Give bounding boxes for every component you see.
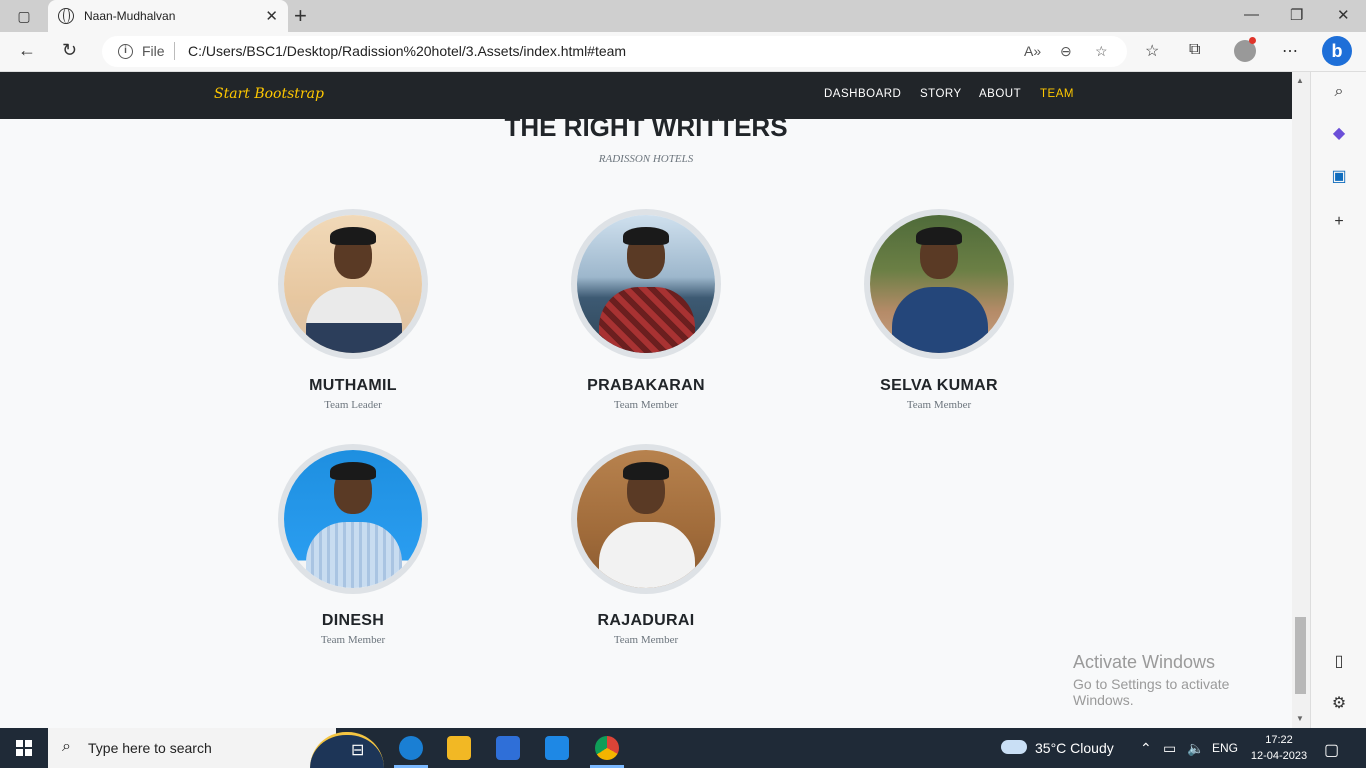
member-photo bbox=[278, 209, 428, 359]
read-aloud-icon[interactable]: A» bbox=[1024, 43, 1041, 59]
member-role: Team Member bbox=[906, 399, 972, 411]
member-name: RAJADURAI bbox=[597, 612, 695, 629]
browser-toolbar: ← ↻ i File C:/Users/BSC1/Desktop/Radissi… bbox=[0, 32, 1366, 72]
member-role: Team Leader bbox=[324, 399, 382, 411]
member-photo bbox=[571, 209, 721, 359]
member-photo bbox=[571, 444, 721, 594]
cloud-icon[interactable] bbox=[1001, 740, 1027, 754]
more-menu-icon[interactable]: ⋯ bbox=[1282, 41, 1298, 61]
url-separator bbox=[174, 42, 175, 60]
url-text[interactable]: C:/Users/BSC1/Desktop/Radission%20hotel/… bbox=[188, 43, 626, 59]
favorites-icon[interactable]: ☆ bbox=[1145, 41, 1159, 61]
bing-icon[interactable]: b bbox=[1322, 36, 1352, 66]
member-role: Team Member bbox=[613, 399, 679, 411]
restore-icon[interactable]: ❐ bbox=[1290, 6, 1303, 24]
search-icon[interactable]: ⌕ bbox=[1329, 82, 1349, 102]
taskbar-search-box[interactable]: ⌕ Type here to search bbox=[48, 728, 384, 768]
weather-text[interactable]: 35°C Cloudy bbox=[1035, 740, 1114, 756]
chrome-icon[interactable] bbox=[595, 736, 619, 760]
windows-taskbar: ⌕ Type here to search ⊟ 35°C Cloudy ⌃ ▭ … bbox=[0, 728, 1366, 768]
language-indicator[interactable]: ENG bbox=[1212, 741, 1238, 755]
url-scheme-label: File bbox=[142, 43, 165, 59]
mail-icon[interactable] bbox=[545, 736, 569, 760]
show-hidden-icons-icon[interactable]: ⌃ bbox=[1140, 740, 1152, 757]
nav-about[interactable]: ABOUT bbox=[979, 88, 1021, 100]
collections-icon[interactable]: ⧉ bbox=[1189, 41, 1200, 59]
window-close-icon[interactable]: ✕ bbox=[1337, 6, 1350, 24]
file-explorer-icon[interactable] bbox=[447, 736, 471, 760]
scroll-up-icon[interactable]: ▲ bbox=[1296, 76, 1304, 85]
system-clock[interactable]: 17:22 12-04-2023 bbox=[1249, 732, 1309, 764]
zoom-icon[interactable]: ⊖ bbox=[1060, 43, 1072, 60]
clock-date: 12-04-2023 bbox=[1250, 750, 1308, 762]
site-brand[interactable]: Start Bootstrap bbox=[214, 86, 324, 102]
add-sidebar-app-icon[interactable]: + bbox=[1329, 212, 1349, 232]
member-name: PRABAKARAN bbox=[587, 377, 705, 394]
member-photo bbox=[278, 444, 428, 594]
add-favorite-icon[interactable]: ☆ bbox=[1095, 43, 1108, 60]
profile-avatar[interactable] bbox=[1234, 37, 1256, 62]
taskbar-search-placeholder: Type here to search bbox=[88, 740, 212, 756]
notifications-icon[interactable]: ▢ bbox=[1324, 740, 1339, 760]
minimize-icon[interactable]: — bbox=[1244, 6, 1259, 23]
member-name: MUTHAMIL bbox=[309, 377, 397, 394]
task-view-icon[interactable]: ⊟ bbox=[351, 740, 364, 760]
team-member-card: MUTHAMIL Team Leader bbox=[253, 209, 453, 411]
nav-dashboard[interactable]: DASHBOARD bbox=[824, 88, 901, 100]
member-name: DINESH bbox=[321, 612, 385, 629]
member-name: SELVA KUMAR bbox=[880, 377, 998, 394]
scrollbar-thumb[interactable] bbox=[1295, 617, 1306, 694]
browser-tab[interactable]: Naan-Mudhalvan ✕ bbox=[48, 0, 288, 32]
edge-icon[interactable] bbox=[399, 736, 423, 760]
web-page: Start Bootstrap DASHBOARD STORY ABOUT TE… bbox=[0, 72, 1292, 728]
nav-team[interactable]: TEAM bbox=[1040, 88, 1074, 100]
back-icon[interactable]: ← bbox=[18, 40, 36, 61]
address-bar[interactable]: i File C:/Users/BSC1/Desktop/Radission%2… bbox=[102, 36, 1127, 67]
globe-icon bbox=[58, 8, 74, 24]
refresh-icon[interactable]: ↻ bbox=[62, 40, 77, 61]
volume-icon[interactable]: 🔈 bbox=[1187, 740, 1204, 757]
browser-tab-strip: ▢ Naan-Mudhalvan ✕ + — ❐ ✕ bbox=[0, 0, 1366, 32]
section-subheading: RADISSON HOTELS bbox=[598, 153, 694, 165]
network-icon[interactable]: ▭ bbox=[1163, 740, 1176, 757]
activation-watermark-subtitle: Go to Settings to activate Windows. bbox=[1073, 676, 1230, 708]
info-icon[interactable]: i bbox=[118, 44, 133, 59]
microsoft-store-icon[interactable] bbox=[496, 736, 520, 760]
member-role: Team Member bbox=[320, 634, 386, 646]
team-member-card: SELVA KUMAR Team Member bbox=[839, 209, 1039, 411]
nav-story[interactable]: STORY bbox=[920, 88, 962, 100]
activation-watermark-title: Activate Windows bbox=[1073, 652, 1216, 672]
tab-title: Naan-Mudhalvan bbox=[84, 9, 176, 23]
search-icon: ⌕ bbox=[62, 738, 71, 755]
browser-sidebar: ⌕ ◆ ▣ + ▯ ⚙ bbox=[1310, 72, 1366, 728]
team-member-card: DINESH Team Member bbox=[253, 444, 453, 646]
member-photo bbox=[864, 209, 1014, 359]
windows-start-icon[interactable] bbox=[16, 740, 32, 756]
team-member-card: RAJADURAI Team Member bbox=[546, 444, 746, 646]
member-role: Team Member bbox=[613, 634, 679, 646]
search-highlight-image bbox=[310, 732, 384, 768]
clock-time: 17:22 bbox=[1265, 734, 1293, 746]
page-scrollbar[interactable]: ▲ ▼ bbox=[1292, 72, 1310, 728]
close-tab-icon[interactable]: ✕ bbox=[265, 7, 278, 25]
outlook-icon[interactable]: ▣ bbox=[1329, 167, 1349, 187]
section-heading: THE RIGHT WRITTERS bbox=[504, 112, 788, 142]
settings-gear-icon[interactable]: ⚙ bbox=[1329, 694, 1349, 714]
team-member-card: PRABAKARAN Team Member bbox=[546, 209, 746, 411]
tab-actions-icon[interactable]: ▢ bbox=[14, 6, 34, 26]
hide-sidebar-icon[interactable]: ▯ bbox=[1329, 652, 1349, 672]
new-tab-icon[interactable]: + bbox=[294, 3, 307, 29]
scroll-down-icon[interactable]: ▼ bbox=[1296, 714, 1304, 723]
copilot-icon[interactable]: ◆ bbox=[1329, 124, 1349, 144]
